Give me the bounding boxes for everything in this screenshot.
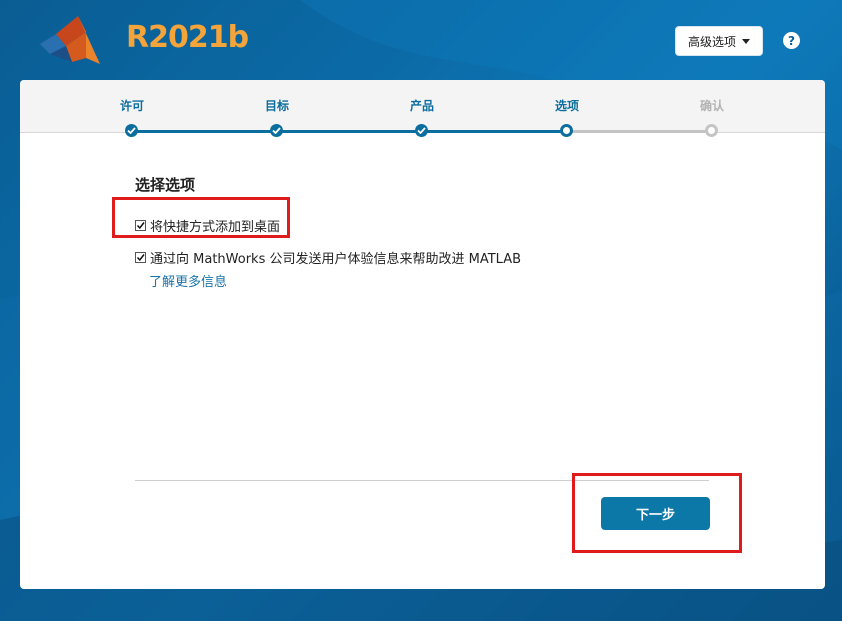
section-title: 选择选项 — [135, 176, 196, 194]
user-experience-checkbox[interactable] — [135, 252, 146, 263]
installer-panel: 许可 目标 产品 选项 确认 选择选项 将快捷方式添加到桌面 通过向 MathW… — [20, 80, 825, 589]
step-current-marker — [560, 124, 573, 137]
step-line-complete — [132, 130, 567, 133]
step-pending-marker — [705, 124, 718, 137]
caret-down-icon — [742, 38, 750, 44]
learn-more-link[interactable]: 了解更多信息 — [149, 271, 227, 290]
step-check-icon — [270, 124, 283, 137]
step-label-confirm: 确认 — [699, 99, 724, 113]
step-label-options: 选项 — [554, 99, 579, 113]
step-check-icon — [125, 124, 138, 137]
user-experience-label: 通过向 MathWorks 公司发送用户体验信息来帮助改进 MATLAB — [150, 252, 522, 267]
step-label-products: 产品 — [409, 99, 434, 113]
highlight-box-shortcut — [112, 197, 290, 238]
step-line-pending — [567, 130, 712, 133]
step-label-destination: 目标 — [264, 99, 289, 113]
matlab-logo-icon — [40, 16, 100, 64]
release-brand: R2021b — [126, 20, 249, 55]
step-check-icon — [415, 124, 428, 137]
help-icon[interactable]: ? — [783, 32, 800, 49]
step-label-license: 许可 — [119, 99, 144, 113]
step-progress-bar: 许可 目标 产品 选项 确认 — [20, 80, 825, 137]
highlight-box-next — [572, 473, 742, 553]
option-user-experience[interactable]: 通过向 MathWorks 公司发送用户体验信息来帮助改进 MATLAB — [135, 248, 521, 267]
advanced-options-button[interactable]: 高级选项 — [675, 26, 763, 56]
advanced-options-label: 高级选项 — [687, 34, 736, 49]
